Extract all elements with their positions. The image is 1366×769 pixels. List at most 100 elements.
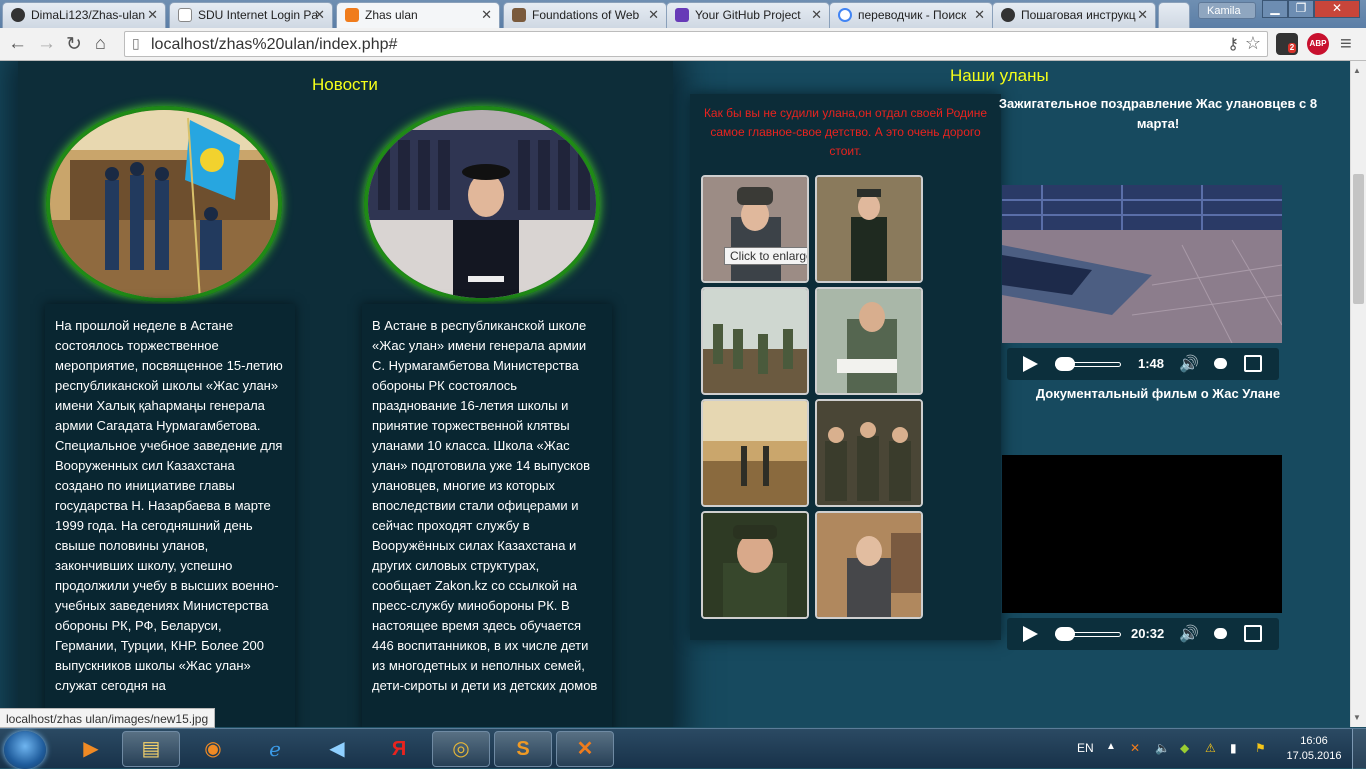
seek-handle[interactable] <box>1055 357 1075 371</box>
news-title: Новости <box>312 75 378 94</box>
gallery-thumb[interactable] <box>815 511 923 619</box>
course-icon <box>512 8 526 22</box>
clock-time: 16:06 <box>1300 735 1328 747</box>
fullscreen-icon[interactable] <box>1244 355 1262 372</box>
tray-warning-icon[interactable]: ⚠ <box>1205 741 1216 755</box>
tray-app-icon[interactable]: ◆ <box>1180 741 1189 755</box>
language-indicator[interactable]: EN <box>1077 741 1094 755</box>
tab-foundations[interactable]: Foundations of Web ✕ <box>503 2 667 28</box>
taskbar: ▶ ▤ ◉ e ◀ Я ◎ S ✕ EN ▲ ✕ 🔈 ◆ ⚠ ▮ ⚑ 16:06… <box>0 728 1366 769</box>
cadet-picture <box>368 110 596 298</box>
maximize-button[interactable]: ❐ <box>1288 0 1314 18</box>
thumb-picture <box>703 401 807 505</box>
page-content: Новости Наши уланы На прошлой неделе в А… <box>0 61 1350 727</box>
page-scrollbar[interactable]: ▲ ▼ <box>1350 61 1366 727</box>
close-window-button[interactable]: ✕ <box>1314 0 1360 18</box>
tray-volume-icon[interactable]: 🔈 <box>1155 741 1170 755</box>
tab-github-1[interactable]: DimaLi123/Zhas-ulan ✕ <box>2 2 166 28</box>
tab-label: Foundations of Web <box>532 8 640 22</box>
tray-flag-icon[interactable]: ⚑ <box>1255 741 1266 755</box>
gallery-quote: Как бы вы не судили улана,он отдал своей… <box>703 106 988 158</box>
start-button[interactable] <box>4 731 46 769</box>
tab-zhas-ulan[interactable]: Zhas ulan ✕ <box>336 2 500 29</box>
volume-handle[interactable] <box>1214 358 1227 369</box>
close-icon[interactable]: ✕ <box>974 7 985 23</box>
volume-icon[interactable]: 🔊 <box>1179 354 1199 374</box>
news-image-ceremony[interactable] <box>46 106 282 302</box>
back-icon[interactable]: ← <box>8 33 27 55</box>
sound-app-icon[interactable]: ◀ <box>308 731 366 767</box>
ie-icon[interactable]: e <box>246 731 304 767</box>
tab-sdu-login[interactable]: SDU Internet Login Pa ✕ <box>169 2 333 28</box>
reload-icon[interactable]: ↻ <box>66 33 82 56</box>
fullscreen-icon[interactable] <box>1244 625 1262 642</box>
thumb-picture <box>703 513 807 617</box>
explorer-icon[interactable]: ▤ <box>122 731 180 767</box>
gallery-thumb[interactable] <box>701 399 809 507</box>
gallery-thumb[interactable] <box>815 175 923 283</box>
tray-expand-icon[interactable]: ▲ <box>1106 741 1116 752</box>
tab-label: переводчик - Поиск <box>858 8 967 22</box>
yandex-icon[interactable]: Я <box>370 731 428 767</box>
play-icon[interactable] <box>1023 626 1038 642</box>
photo-gallery: Как бы вы не судили улана,он отдал своей… <box>690 94 1001 640</box>
forward-icon[interactable]: → <box>37 33 56 55</box>
gallery-thumb[interactable] <box>815 287 923 395</box>
scroll-thumb[interactable] <box>1353 174 1364 304</box>
xampp-icon[interactable]: ✕ <box>556 731 614 767</box>
minimize-button[interactable]: ▁ <box>1262 0 1288 18</box>
status-bubble: localhost/zhas ulan/images/new15.jpg <box>0 708 216 728</box>
tray-network-icon[interactable]: ▮ <box>1230 741 1237 755</box>
clock[interactable]: 16:06 17.05.2016 <box>1286 734 1342 764</box>
profile-button[interactable]: Kamila <box>1198 2 1256 19</box>
tab-translator-search[interactable]: переводчик - Поиск ✕ <box>829 2 993 28</box>
thumb-picture <box>817 513 921 617</box>
volume-handle[interactable] <box>1214 628 1227 639</box>
scroll-up-icon[interactable]: ▲ <box>1353 66 1361 75</box>
play-icon[interactable] <box>1023 356 1038 372</box>
gallery-thumb[interactable] <box>701 511 809 619</box>
gallery-thumb[interactable] <box>815 399 923 507</box>
seek-handle[interactable] <box>1055 627 1075 641</box>
tray-xampp-icon[interactable]: ✕ <box>1130 741 1140 755</box>
chrome-icon[interactable]: ◎ <box>432 731 490 767</box>
key-icon[interactable]: ⚷ <box>1227 34 1239 54</box>
sublime-icon[interactable]: S <box>494 731 552 767</box>
page-info-icon[interactable]: ▯ <box>132 35 140 52</box>
scroll-down-icon[interactable]: ▼ <box>1353 713 1361 722</box>
github-icon <box>1001 8 1015 22</box>
firefox-icon[interactable]: ◉ <box>184 731 242 767</box>
menu-icon[interactable]: ≡ <box>1340 33 1352 56</box>
thumb-picture <box>817 177 921 281</box>
toolbar: ← → ↻ ⌂ ▯ localhost/zhas%20ulan/index.ph… <box>0 28 1366 61</box>
gallery-thumb[interactable] <box>701 287 809 395</box>
video-1-time: 1:48 <box>1138 356 1165 371</box>
address-bar[interactable]: ▯ localhost/zhas%20ulan/index.php# ⚷ ☆ <box>124 31 1268 57</box>
video-1[interactable] <box>1002 185 1282 343</box>
media-player-icon[interactable]: ▶ <box>62 731 120 767</box>
url-text: localhost/zhas%20ulan/index.php# <box>151 36 398 53</box>
extension-badge: 2 <box>1287 43 1297 53</box>
news-text-2: В Астане в республиканской школе «Жас ул… <box>372 318 598 693</box>
close-icon[interactable]: ✕ <box>1137 7 1148 23</box>
close-icon[interactable]: ✕ <box>147 7 158 23</box>
thumb-picture <box>817 401 921 505</box>
close-icon[interactable]: ✕ <box>314 7 325 23</box>
new-tab-button[interactable] <box>1158 2 1190 28</box>
gallery-thumb[interactable]: Click to enlarge <box>701 175 809 283</box>
news-image-cadet[interactable] <box>364 106 600 302</box>
volume-icon[interactable]: 🔊 <box>1179 624 1199 644</box>
bookmark-star-icon[interactable]: ☆ <box>1245 33 1261 54</box>
tab-instructions[interactable]: Пошаговая инструкц ✕ <box>992 2 1156 28</box>
adblock-icon[interactable]: ABP <box>1307 33 1329 55</box>
close-icon[interactable]: ✕ <box>481 7 492 23</box>
close-icon[interactable]: ✕ <box>811 7 822 23</box>
extension-icon[interactable]: 2 <box>1276 33 1298 55</box>
video-2[interactable] <box>1002 455 1282 613</box>
close-icon[interactable]: ✕ <box>648 7 659 23</box>
enlarge-tooltip: Click to enlarge <box>724 247 807 265</box>
home-icon[interactable]: ⌂ <box>95 33 106 54</box>
tab-github-project[interactable]: Your GitHub Project ✕ <box>666 2 830 28</box>
show-desktop-button[interactable] <box>1352 729 1366 769</box>
tab-label: SDU Internet Login Pa <box>198 8 319 22</box>
